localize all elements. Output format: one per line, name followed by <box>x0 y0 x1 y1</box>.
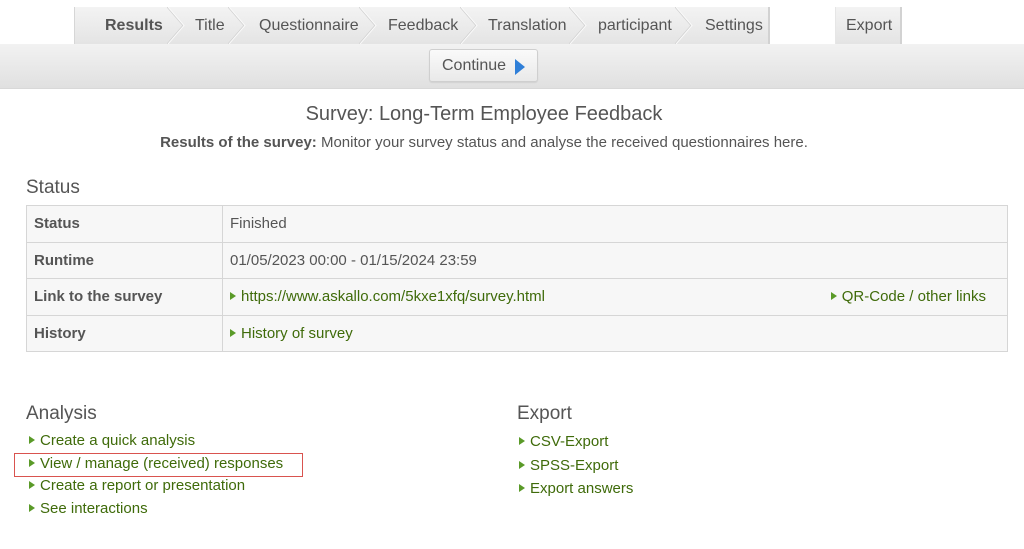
spss-export-link[interactable]: SPSS-Export <box>519 457 618 474</box>
tab-label: Export <box>846 16 893 34</box>
row-label: History <box>26 315 223 352</box>
wizard-steps: Results Title Questionnaire Feedback Tra… <box>74 7 770 44</box>
analysis-heading: Analysis <box>26 403 97 424</box>
link-text: Create a quick analysis <box>40 432 196 449</box>
link-arrow-icon <box>230 292 236 301</box>
runtime-value: 01/05/2023 00:00 - 01/15/2024 23:59 <box>222 242 1008 279</box>
list-item: See interactions <box>29 498 283 521</box>
export-links: CSV-Export SPSS-Export Export answers <box>519 430 633 501</box>
tab-separator-icon <box>228 7 246 44</box>
link-arrow-icon <box>29 503 35 512</box>
list-item: Export answers <box>519 477 633 501</box>
export-answers-link[interactable]: Export answers <box>519 480 633 497</box>
continue-label: Continue <box>442 56 507 74</box>
tab-separator-icon <box>569 7 587 44</box>
tab-separator-icon <box>460 7 478 44</box>
wizard-tabs: Results Title Questionnaire Feedback Tra… <box>74 7 902 44</box>
row-label: Runtime <box>26 242 223 279</box>
tab-label: Results <box>105 16 163 34</box>
csv-export-link[interactable]: CSV-Export <box>519 433 608 450</box>
list-item: Create a quick analysis <box>29 430 283 453</box>
quick-analysis-link[interactable]: Create a quick analysis <box>29 432 195 449</box>
tab-separator-icon <box>359 7 377 44</box>
tab-label: participant <box>598 16 672 34</box>
tab-translation[interactable]: Translation <box>470 7 587 44</box>
subtitle-label: Results of the survey: <box>160 134 317 151</box>
survey-url-link[interactable]: https://www.askallo.com/5kxe1xfq/survey.… <box>230 288 545 305</box>
status-table: Status Finished Runtime 01/05/2023 00:00… <box>26 205 1008 352</box>
tab-label: Translation <box>488 16 567 34</box>
tab-label: Questionnaire <box>259 16 359 34</box>
export-tab-group: Export <box>835 7 902 44</box>
tab-label: Settings <box>705 16 763 34</box>
qr-code-link-text: QR-Code / other links <box>841 288 986 306</box>
history-link-text: History of survey <box>241 324 353 342</box>
table-row: Link to the survey https://www.askallo.c… <box>26 278 1008 316</box>
list-item: Create a report or presentation <box>29 475 283 498</box>
tab-separator-icon <box>675 7 693 44</box>
table-row: Runtime 01/05/2023 00:00 - 01/15/2024 23… <box>26 242 1008 279</box>
tab-participant[interactable]: participant <box>579 7 693 44</box>
tab-label: Feedback <box>388 16 459 34</box>
see-interactions-link[interactable]: See interactions <box>29 500 148 517</box>
qr-code-link[interactable]: QR-Code / other links <box>830 288 986 306</box>
tab-label: Title <box>195 16 225 34</box>
page-subtitle: Results of the survey: Monitor your surv… <box>0 134 968 151</box>
status-value: Finished <box>222 205 1008 243</box>
continue-button[interactable]: Continue <box>429 49 538 82</box>
list-item: CSV-Export <box>519 430 633 454</box>
table-row: History History of survey <box>26 315 1008 352</box>
link-arrow-icon <box>830 292 837 301</box>
subtitle-text: Monitor your survey status and analyse t… <box>316 134 808 151</box>
tab-questionnaire[interactable]: Questionnaire <box>238 7 377 44</box>
link-text: SPSS-Export <box>530 456 619 474</box>
link-text: Create a report or presentation <box>40 477 246 494</box>
link-arrow-icon <box>519 484 525 492</box>
tab-export[interactable]: Export <box>836 7 900 44</box>
link-arrow-icon <box>29 481 35 489</box>
link-text: Export answers <box>530 480 634 497</box>
list-item: SPSS-Export <box>519 454 633 478</box>
tab-results[interactable]: Results <box>75 7 185 44</box>
tab-separator-icon <box>167 7 185 44</box>
link-arrow-icon <box>230 328 236 337</box>
link-arrow-icon <box>519 437 525 445</box>
link-arrow-icon <box>29 436 35 444</box>
link-text: See interactions <box>40 499 148 517</box>
survey-link-cell: https://www.askallo.com/5kxe1xfq/survey.… <box>222 278 1008 316</box>
history-link[interactable]: History of survey <box>230 325 353 342</box>
highlight-box <box>14 453 303 477</box>
toolbar: Continue <box>0 44 1024 89</box>
tab-settings[interactable]: Settings <box>685 7 768 44</box>
link-text: CSV-Export <box>530 433 609 450</box>
table-row: Status Finished <box>26 205 1008 243</box>
link-arrow-icon <box>519 460 525 469</box>
row-label: Status <box>26 205 223 243</box>
export-heading: Export <box>517 403 572 424</box>
survey-url-text: https://www.askallo.com/5kxe1xfq/survey.… <box>241 288 545 306</box>
status-heading: Status <box>26 177 80 198</box>
play-arrow-icon <box>515 59 525 75</box>
page-title: Survey: Long-Term Employee Feedback <box>305 103 663 125</box>
history-cell: History of survey <box>223 315 1008 352</box>
tab-feedback[interactable]: Feedback <box>369 7 478 44</box>
create-report-link[interactable]: Create a report or presentation <box>29 477 245 494</box>
row-label: Link to the survey <box>26 278 223 316</box>
